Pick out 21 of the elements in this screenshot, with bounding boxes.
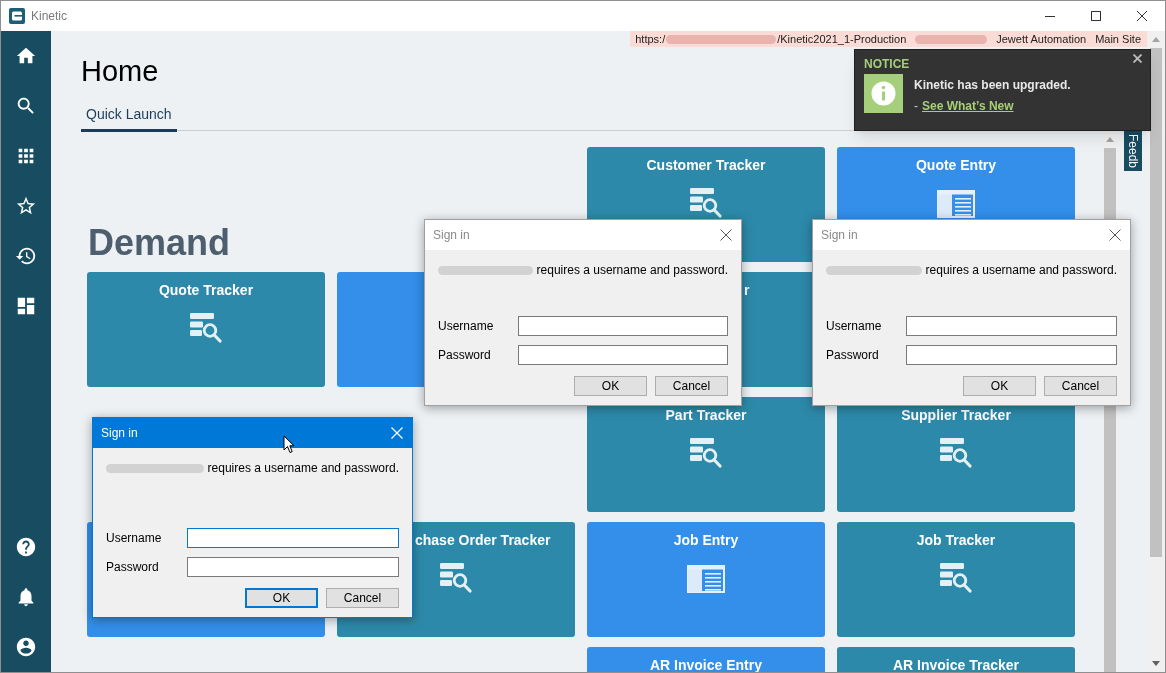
field-label: Password — [826, 347, 880, 363]
field-label: Password — [438, 347, 492, 363]
dash-text: - — [914, 98, 918, 114]
page-title: Home — [81, 54, 159, 89]
notice-title: NOTICE — [864, 56, 910, 72]
notice-message: Kinetic has been upgraded. — [914, 77, 1071, 93]
dialog-message: requires a username and password. — [925, 262, 1117, 278]
window-title: Kinetic — [31, 8, 68, 24]
dialog-message: requires a username and password. — [207, 460, 399, 476]
context-label: Jewett Automation — [996, 32, 1087, 47]
context-label: Main Site — [1095, 32, 1141, 47]
field-label: Username — [826, 318, 883, 334]
section-heading: Demand — [88, 224, 231, 262]
field-label: Password — [106, 559, 160, 575]
url-text: /Kinetic2021_1-Production — [777, 32, 907, 47]
url-text: https:/ — [635, 32, 666, 47]
field-label: Username — [106, 530, 163, 546]
field-label: Username — [438, 318, 495, 334]
dialog-title: Sign in — [433, 227, 470, 243]
dialog-title: Sign in — [101, 425, 138, 441]
dialog-message: requires a username and password. — [536, 262, 728, 278]
